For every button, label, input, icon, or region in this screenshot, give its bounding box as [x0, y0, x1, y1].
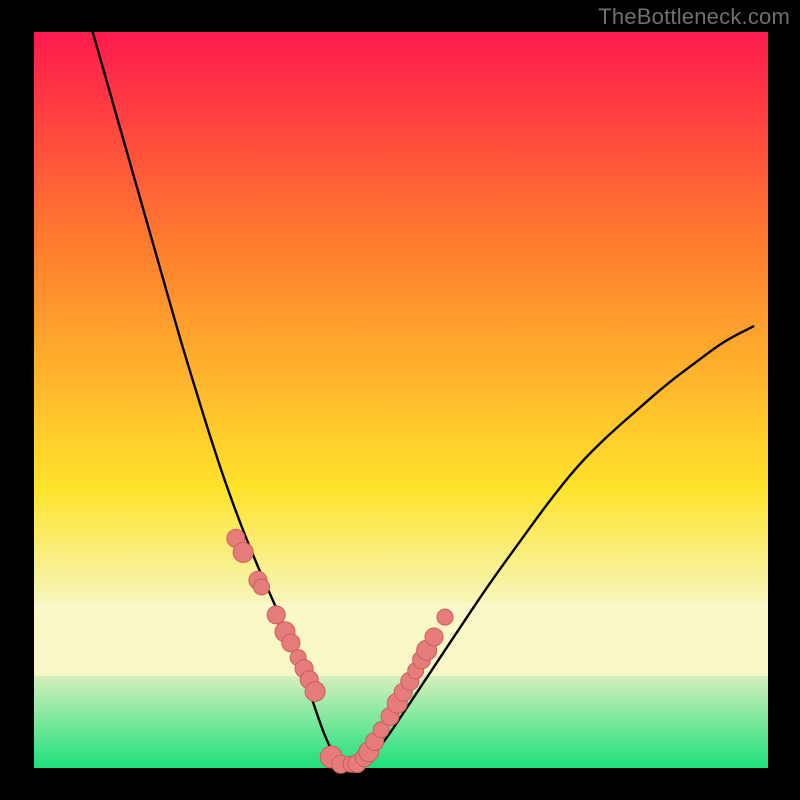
highlight-dot: [425, 628, 443, 646]
chart-stage: TheBottleneck.com: [0, 0, 800, 800]
highlight-dot: [305, 682, 325, 702]
highlight-dot: [437, 609, 453, 625]
highlight-dot: [254, 579, 270, 595]
watermark-text: TheBottleneck.com: [598, 4, 790, 30]
highlight-dot: [233, 542, 253, 562]
highlight-dot: [267, 606, 285, 624]
pale-band: [34, 602, 768, 676]
bottleneck-chart: [0, 0, 800, 800]
